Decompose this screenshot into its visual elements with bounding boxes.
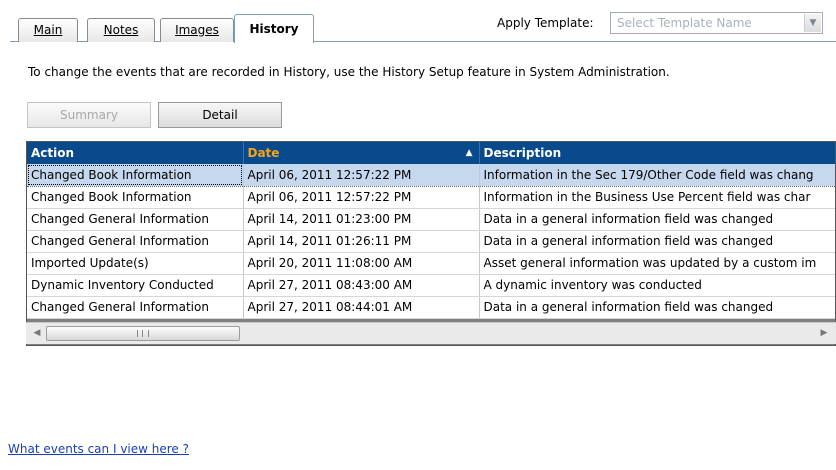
cell-date: April 06, 2011 12:57:22 PM — [243, 164, 480, 187]
cell-action: Changed General Information — [27, 208, 244, 231]
cell-description: Data in a general information field was … — [479, 230, 835, 253]
table-row[interactable]: Changed Book Information April 06, 2011 … — [27, 164, 835, 187]
detail-button[interactable]: Detail — [158, 102, 282, 128]
table-row[interactable]: Changed General Information April 14, 20… — [27, 230, 835, 253]
cell-description: Data in a general information field was … — [479, 296, 835, 319]
chevron-down-icon[interactable]: ▼ — [804, 14, 821, 32]
history-panel: Main Notes Images History Apply Template… — [0, 0, 836, 470]
table-row[interactable]: Imported Update(s) April 20, 2011 11:08:… — [27, 252, 835, 275]
cell-description: Information in the Sec 179/Other Code fi… — [479, 164, 835, 187]
apply-template-label: Apply Template: — [497, 16, 594, 30]
cell-action: Changed Book Information — [27, 186, 244, 209]
cell-date: April 20, 2011 11:08:00 AM — [243, 252, 480, 275]
cell-action: Dynamic Inventory Conducted — [27, 274, 244, 297]
table-row[interactable]: Changed Book Information April 06, 2011 … — [27, 186, 835, 209]
tab-notes-label: Notes — [103, 23, 139, 37]
cell-date: April 27, 2011 08:43:00 AM — [243, 274, 480, 297]
table-row[interactable]: Changed General Information April 14, 20… — [27, 208, 835, 231]
tab-history[interactable]: History — [234, 14, 314, 43]
tab-images-label: Images — [175, 23, 219, 37]
cell-date: April 14, 2011 01:23:00 PM — [243, 208, 480, 231]
tab-main[interactable]: Main — [18, 18, 78, 42]
grip-icon — [137, 330, 149, 337]
tab-images[interactable]: Images — [160, 18, 234, 42]
table-header-row: Action Date ▲ Description — [27, 142, 835, 164]
cell-description: A dynamic inventory was conducted — [479, 274, 835, 297]
cell-date: April 06, 2011 12:57:22 PM — [243, 186, 480, 209]
help-link[interactable]: What events can I view here ? — [8, 442, 189, 456]
cell-action: Changed General Information — [27, 296, 244, 319]
column-header-date-label: Date — [247, 146, 280, 160]
column-header-description[interactable]: Description — [479, 142, 835, 164]
history-grid: Action Date ▲ Description Changed Book In… — [26, 141, 836, 346]
cell-description: Asset general information was updated by… — [479, 252, 835, 275]
table-row[interactable]: Dynamic Inventory Conducted April 27, 20… — [27, 274, 835, 297]
cell-action: Changed Book Information — [27, 164, 244, 187]
cell-action: Imported Update(s) — [27, 252, 244, 275]
info-text: To change the events that are recorded i… — [28, 65, 670, 79]
cell-action: Changed General Information — [27, 230, 244, 253]
cell-description: Information in the Business Use Percent … — [479, 186, 835, 209]
horizontal-scrollbar[interactable]: ◀ ▶ — [26, 322, 836, 344]
template-select[interactable]: Select Template Name ▼ — [610, 12, 823, 34]
cell-date: April 27, 2011 08:44:01 AM — [243, 296, 480, 319]
scroll-right-icon[interactable]: ▶ — [816, 325, 832, 341]
cell-date: April 14, 2011 01:26:11 PM — [243, 230, 480, 253]
sort-ascending-icon: ▲ — [465, 148, 473, 158]
column-header-action[interactable]: Action — [27, 142, 244, 164]
table-row[interactable]: Changed General Information April 27, 20… — [27, 296, 835, 319]
tab-main-label: Main — [33, 23, 63, 37]
summary-button[interactable]: Summary — [27, 102, 151, 128]
cell-description: Data in a general information field was … — [479, 208, 835, 231]
scroll-left-icon[interactable]: ◀ — [29, 325, 45, 341]
scroll-thumb[interactable] — [46, 326, 240, 341]
template-placeholder: Select Template Name — [617, 16, 752, 30]
column-header-date[interactable]: Date ▲ — [243, 142, 480, 164]
history-table: Action Date ▲ Description Changed Book In… — [27, 142, 835, 319]
tab-notes[interactable]: Notes — [87, 18, 155, 42]
tab-history-label: History — [249, 22, 299, 36]
